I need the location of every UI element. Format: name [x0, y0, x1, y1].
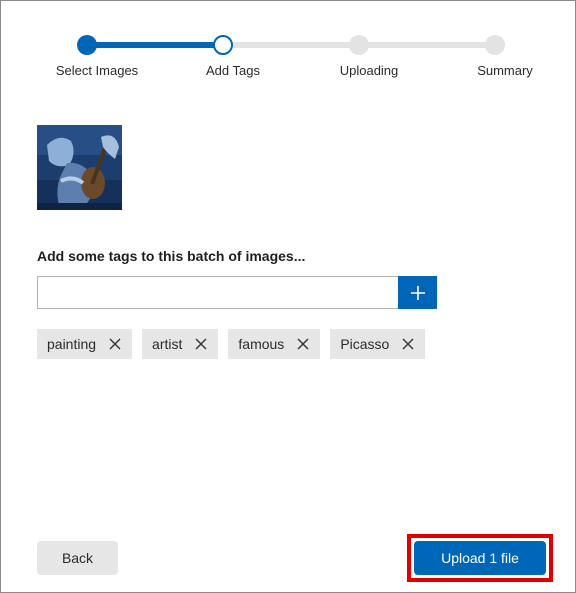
close-icon [109, 338, 121, 350]
step-dot-add-tags [213, 35, 233, 55]
painting-thumbnail-icon [37, 125, 122, 210]
progress-stepper: Select Images Add Tags Uploading Summary [1, 1, 576, 91]
tag-chip: painting [37, 329, 133, 359]
remove-tag-button[interactable] [401, 337, 415, 351]
tag-chip-label: famous [238, 336, 285, 352]
tags-heading: Add some tags to this batch of images... [37, 248, 306, 264]
close-icon [297, 338, 309, 350]
step-label-uploading: Uploading [339, 63, 399, 78]
tag-chip: Picasso [330, 329, 426, 359]
add-tag-button[interactable] [398, 276, 437, 309]
step-label-select-images: Select Images [55, 63, 139, 78]
step-dot-select-images [77, 35, 97, 55]
image-thumbnail [37, 125, 122, 210]
back-button[interactable]: Back [37, 541, 118, 575]
upload-button[interactable]: Upload 1 file [414, 541, 546, 575]
step-dot-summary [485, 35, 505, 55]
tag-chip-label: painting [47, 336, 97, 352]
close-icon [402, 338, 414, 350]
tag-chip-label: Picasso [340, 336, 390, 352]
remove-tag-button[interactable] [108, 337, 122, 351]
remove-tag-button[interactable] [296, 337, 310, 351]
plus-icon [410, 285, 425, 300]
step-label-summary: Summary [477, 63, 533, 78]
dialog-frame: Select Images Add Tags Uploading Summary… [0, 0, 576, 593]
step-dot-uploading [349, 35, 369, 55]
tag-chip: artist [142, 329, 219, 359]
tag-chip: famous [228, 329, 321, 359]
tag-chip-list: painting artist famous Picasso [37, 329, 426, 359]
remove-tag-button[interactable] [194, 337, 208, 351]
tag-input[interactable] [37, 276, 398, 309]
tag-chip-label: artist [152, 336, 183, 352]
stepper-track-complete [87, 42, 223, 48]
close-icon [195, 338, 207, 350]
step-label-add-tags: Add Tags [206, 63, 260, 78]
